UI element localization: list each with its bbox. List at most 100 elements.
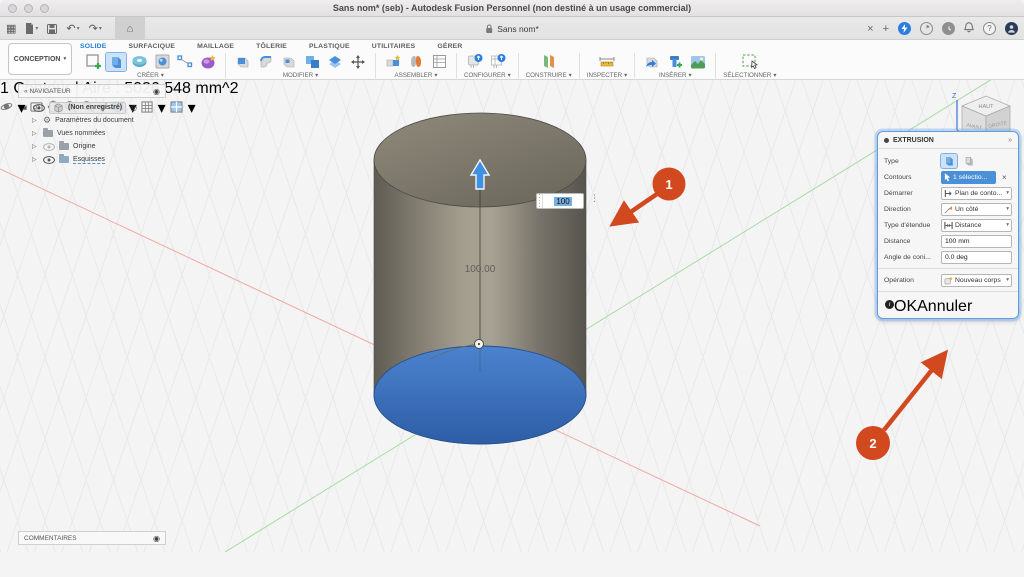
insert-derive-button[interactable] — [642, 53, 662, 71]
cancel-button[interactable]: Annuler — [917, 298, 972, 311]
eye-icon[interactable] — [43, 156, 55, 164]
create-form-button[interactable] — [198, 53, 218, 71]
notifications-button[interactable] — [964, 20, 974, 38]
tree-item-label[interactable]: Paramètres du document — [55, 117, 134, 124]
tree-item-vues[interactable]: ▷ Vues nommées — [32, 127, 137, 140]
close-tab-icon[interactable]: × — [867, 23, 873, 35]
comments-options-icon[interactable]: ◉ — [153, 534, 160, 543]
undo-button[interactable]: ↶▾ — [66, 22, 79, 35]
tree-item-origine[interactable]: ▷ Origine — [32, 140, 137, 153]
type-solid-extrude-button[interactable] — [941, 154, 957, 168]
history-icon[interactable] — [942, 22, 955, 35]
demarrer-select[interactable]: Plan de conto... ▾ — [941, 187, 1012, 200]
operation-select[interactable]: Nouveau corps ▾ — [941, 274, 1012, 287]
type-thin-extrude-button[interactable] — [961, 154, 977, 168]
workspace-selector-button[interactable]: CONCEPTION ▾ — [8, 43, 72, 75]
bolt-icon — [901, 24, 908, 33]
configuration-button[interactable] — [466, 53, 486, 71]
group-label-inserer[interactable]: INSÉRER▾ — [659, 72, 692, 79]
input-kebab-menu-icon[interactable]: ⋮ — [590, 193, 599, 204]
progress-icon[interactable] — [920, 22, 933, 35]
help-button[interactable]: ? — [983, 22, 996, 35]
joint-button[interactable] — [406, 53, 426, 71]
file-menu-button[interactable]: ▾ — [25, 23, 38, 34]
expander-open-icon[interactable]: ◢ — [22, 104, 29, 111]
viewport-canvas[interactable]: 100.00 Z X HAUT AVANT DROITE « NAVIGATEU… — [0, 80, 1024, 552]
root-document-label[interactable]: (Non enregistré) — [68, 104, 122, 111]
clear-selection-icon[interactable]: × — [1002, 173, 1007, 182]
direction-select[interactable]: Un côté ▾ — [941, 203, 1012, 216]
insert-fastener-button[interactable] — [665, 53, 685, 71]
expander-icon[interactable]: ▷ — [32, 143, 39, 150]
collapse-panel-icon[interactable]: « — [24, 88, 28, 95]
construction-plane-button[interactable] — [539, 53, 559, 71]
select-button[interactable] — [740, 53, 760, 71]
hole-button[interactable] — [152, 53, 172, 71]
new-component-button[interactable] — [383, 53, 403, 71]
group-label-inspecter[interactable]: INSPECTER▾ — [587, 72, 628, 79]
expander-icon[interactable]: ▷ — [32, 117, 39, 124]
user-avatar[interactable] — [1005, 22, 1018, 35]
shell-button[interactable] — [279, 53, 299, 71]
eye-icon[interactable] — [33, 104, 45, 112]
tab-surfacique[interactable]: SURFACIQUE — [129, 43, 176, 50]
tree-item-label[interactable]: Origine — [73, 143, 96, 150]
job-status-icon[interactable] — [898, 22, 911, 35]
revolve-button[interactable] — [129, 53, 149, 71]
dialog-header[interactable]: EXTRUSION » — [878, 132, 1018, 149]
activate-component-radio[interactable]: ◎ — [130, 103, 137, 112]
move-copy-button[interactable] — [348, 53, 368, 71]
group-label-configurer[interactable]: CONFIGURER▾ — [464, 72, 511, 79]
redo-button[interactable]: ↷▾ — [89, 22, 102, 35]
tab-plastique[interactable]: PLASTIQUE — [309, 43, 350, 50]
new-tab-icon[interactable]: + — [883, 23, 889, 35]
document-tab[interactable]: Sans nom* — [471, 17, 553, 40]
save-button[interactable] — [47, 24, 57, 34]
distance-input-box[interactable]: 100 — [536, 193, 584, 209]
info-icon[interactable]: i — [885, 300, 894, 309]
fillet-button[interactable] — [256, 53, 276, 71]
measure-button[interactable] — [597, 53, 617, 71]
group-label-construire[interactable]: CONSTRUIRE▾ — [526, 72, 572, 79]
tab-gerer[interactable]: GÉRER — [437, 43, 462, 50]
navigator-options-icon[interactable]: ◉ — [153, 87, 160, 96]
sketch-dimension-button[interactable] — [175, 53, 195, 71]
tree-root-row[interactable]: ◢ (Non enregistré) ◎ — [22, 101, 137, 114]
offset-face-button[interactable] — [325, 53, 345, 71]
combine-button[interactable] — [302, 53, 322, 71]
group-label-creer[interactable]: CRÉER▾ — [137, 72, 164, 79]
tab-utilitaires[interactable]: UTILITAIRES — [372, 43, 416, 50]
group-label-assembler[interactable]: ASSEMBLER▾ — [395, 72, 438, 79]
expander-icon[interactable]: ▷ — [32, 156, 39, 163]
contours-selection-chip[interactable]: 1 sélectio... — [941, 171, 996, 184]
navigator-panel-header[interactable]: « NAVIGATEUR ◉ — [18, 84, 166, 98]
eye-icon[interactable] — [43, 143, 55, 151]
etendue-select[interactable]: Distance ▾ — [941, 219, 1012, 232]
distance-input-value[interactable]: 100 — [554, 197, 571, 206]
comments-panel-header[interactable]: COMMENTAIRES ◉ — [18, 531, 166, 545]
insert-canvas-button[interactable] — [688, 53, 708, 71]
group-label-modifier[interactable]: MODIFIER▾ — [283, 72, 318, 79]
taper-angle-field[interactable]: 0.0 deg — [941, 251, 1012, 264]
expander-icon[interactable]: ▷ — [32, 130, 39, 137]
app-grid-icon[interactable]: ▦ — [6, 22, 16, 35]
extrude-button[interactable] — [106, 53, 126, 71]
direction-icon — [944, 205, 953, 214]
press-pull-button[interactable] — [233, 53, 253, 71]
tree-item-esquisses[interactable]: ▷ Esquisses — [32, 153, 137, 166]
ok-button[interactable]: OK — [894, 298, 917, 311]
create-sketch-button[interactable] — [83, 53, 103, 71]
tree-item-parametres[interactable]: ▷ ⚙ Paramètres du document — [32, 114, 137, 127]
tab-maillage[interactable]: MAILLAGE — [197, 43, 234, 50]
tab-solide[interactable]: SOLIDE — [80, 43, 107, 50]
dialog-detach-icon[interactable]: » — [1008, 137, 1012, 144]
group-label-selectionner[interactable]: SÉLECTIONNER▾ — [723, 72, 776, 79]
home-tab[interactable]: ⌂ — [115, 17, 145, 40]
tab-tolerie[interactable]: TÔLERIE — [256, 43, 287, 50]
configuration-table-button[interactable] — [489, 53, 509, 71]
extrude-distance-label: 100.00 — [465, 264, 496, 275]
distance-field[interactable]: 100 mm — [941, 235, 1012, 248]
bom-list-button[interactable] — [429, 53, 449, 71]
tree-item-label[interactable]: Vues nommées — [57, 130, 105, 137]
tree-item-label[interactable]: Esquisses — [73, 156, 105, 164]
